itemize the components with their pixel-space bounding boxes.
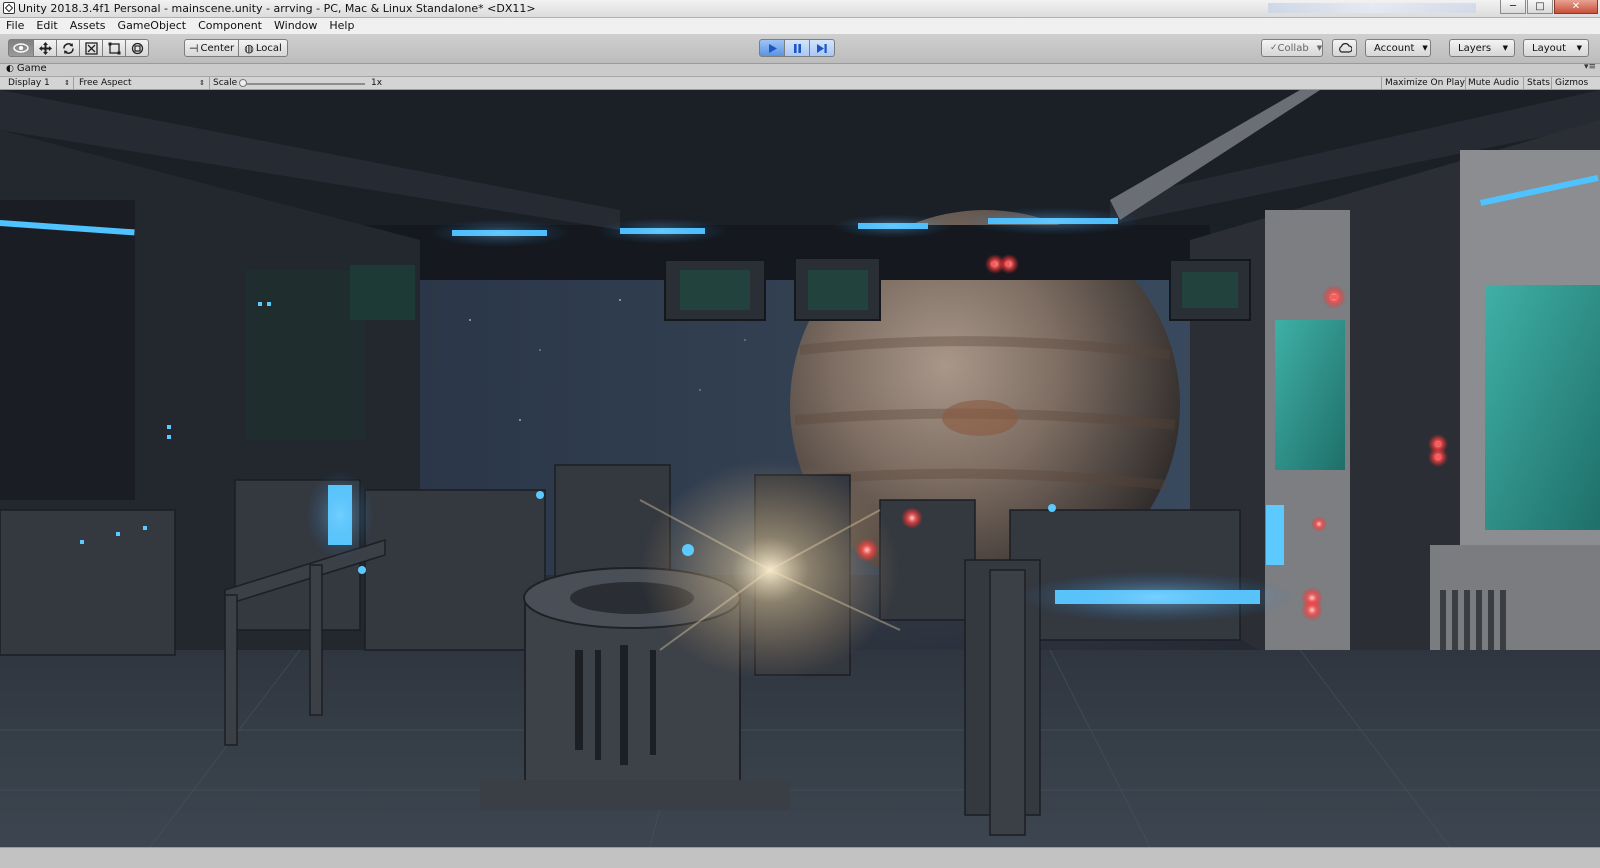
menu-help[interactable]: Help bbox=[323, 18, 360, 34]
teal-monitor-left bbox=[1275, 320, 1345, 470]
rect-icon bbox=[108, 42, 120, 54]
pivot-center-icon: ⊣ bbox=[188, 41, 199, 55]
stats-toggle[interactable]: Stats bbox=[1527, 77, 1550, 89]
menu-window[interactable]: Window bbox=[268, 18, 323, 34]
cloud-group bbox=[1332, 39, 1357, 57]
rect-tool-button[interactable] bbox=[102, 39, 126, 57]
layout-dropdown[interactable]: Layout ▼ bbox=[1523, 39, 1589, 57]
caret-down-icon: ▼ bbox=[1422, 44, 1428, 52]
blurred-title-area bbox=[1268, 3, 1476, 13]
unity-logo-icon bbox=[3, 2, 15, 14]
menu-assets[interactable]: Assets bbox=[64, 18, 112, 34]
scale-tool-button[interactable] bbox=[79, 39, 103, 57]
menu-file[interactable]: File bbox=[0, 18, 30, 34]
window-titlebar: Unity 2018.3.4f1 Personal - mainscene.un… bbox=[0, 0, 1600, 18]
scale-slider-track[interactable] bbox=[241, 83, 365, 85]
game-viewport[interactable] bbox=[0, 90, 1600, 847]
rotate-tool-button[interactable] bbox=[56, 39, 80, 57]
caret-down-icon: ▼ bbox=[1502, 44, 1508, 52]
local-space-icon: ◍ bbox=[244, 41, 254, 55]
layers-group: Layers ▼ bbox=[1449, 39, 1515, 57]
move-tool-button[interactable] bbox=[33, 39, 57, 57]
collab-dropdown[interactable]: ✓ Collab ▼ bbox=[1261, 39, 1323, 57]
menu-edit[interactable]: Edit bbox=[30, 18, 63, 34]
check-icon: ✓ bbox=[1270, 43, 1278, 53]
transform-icon bbox=[131, 42, 143, 54]
tab-menu-icon[interactable]: ▾≡ bbox=[1584, 62, 1596, 72]
bottom-status-strip bbox=[0, 847, 1600, 868]
play-controls bbox=[759, 39, 835, 57]
eye-icon bbox=[13, 43, 29, 53]
scale-value: 1x bbox=[371, 78, 383, 88]
scale-label: Scale bbox=[213, 78, 238, 88]
sci-fi-scene bbox=[0, 90, 1600, 847]
account-group: Account ▼ bbox=[1365, 39, 1431, 57]
pause-icon bbox=[793, 43, 801, 53]
play-button[interactable] bbox=[759, 39, 785, 57]
view-tool-button[interactable] bbox=[8, 39, 34, 57]
window-title: Unity 2018.3.4f1 Personal - mainscene.un… bbox=[18, 2, 536, 15]
updown-caret-icon: ⇕ bbox=[64, 79, 70, 87]
main-toolbar: ⊣ Center ◍ Local ✓ Collab ▼ Account ▼ La… bbox=[0, 35, 1600, 64]
rotate-icon bbox=[62, 42, 74, 54]
scale-slider-thumb[interactable] bbox=[239, 79, 247, 87]
account-dropdown[interactable]: Account ▼ bbox=[1365, 39, 1431, 57]
game-tab-bar: ◐ Game ▾≡ bbox=[0, 62, 1600, 77]
menu-bar: File Edit Assets GameObject Component Wi… bbox=[0, 18, 1600, 35]
pivot-toggles: ⊣ Center ◍ Local bbox=[184, 39, 288, 57]
pivot-local-button[interactable]: ◍ Local bbox=[238, 39, 288, 57]
caret-down-icon: ▼ bbox=[1576, 44, 1582, 52]
step-icon bbox=[817, 43, 827, 53]
aspect-dropdown[interactable]: Free Aspect ⇕ bbox=[79, 77, 205, 89]
cloud-services-button[interactable] bbox=[1332, 39, 1357, 57]
mute-audio-toggle[interactable]: Mute Audio bbox=[1468, 77, 1519, 89]
maximize-on-play-toggle[interactable]: Maximize On Play bbox=[1385, 77, 1465, 89]
pause-button[interactable] bbox=[784, 39, 810, 57]
maximize-button[interactable]: □ bbox=[1527, 0, 1553, 14]
updown-caret-icon: ⇕ bbox=[199, 79, 205, 87]
move-arrows-icon bbox=[38, 41, 52, 55]
cloud-icon bbox=[1338, 43, 1352, 53]
minimize-button[interactable]: ─ bbox=[1500, 0, 1526, 14]
play-icon bbox=[768, 43, 777, 53]
gizmos-toggle[interactable]: Gizmos bbox=[1555, 77, 1588, 89]
pivot-center-button[interactable]: ⊣ Center bbox=[184, 39, 239, 57]
caret-down-icon: ▼ bbox=[1316, 44, 1323, 52]
step-button[interactable] bbox=[809, 39, 835, 57]
scale-icon bbox=[84, 41, 98, 55]
game-toolbar: Display 1 ⇕ Free Aspect ⇕ Scale 1x Maxim… bbox=[0, 77, 1600, 90]
pacman-icon: ◐ bbox=[6, 64, 14, 74]
menu-component[interactable]: Component bbox=[192, 18, 268, 34]
teal-monitor-right bbox=[1485, 285, 1600, 530]
menu-gameobject[interactable]: GameObject bbox=[112, 18, 193, 34]
transform-tools bbox=[8, 39, 149, 57]
layers-dropdown[interactable]: Layers ▼ bbox=[1449, 39, 1515, 57]
game-tab[interactable]: ◐ Game bbox=[6, 63, 47, 74]
layout-group: Layout ▼ bbox=[1523, 39, 1589, 57]
close-button[interactable]: ✕ bbox=[1554, 0, 1598, 14]
display-dropdown[interactable]: Display 1 ⇕ bbox=[8, 77, 70, 89]
transform-tool-button[interactable] bbox=[125, 39, 149, 57]
collab-group: ✓ Collab ▼ bbox=[1261, 39, 1323, 57]
